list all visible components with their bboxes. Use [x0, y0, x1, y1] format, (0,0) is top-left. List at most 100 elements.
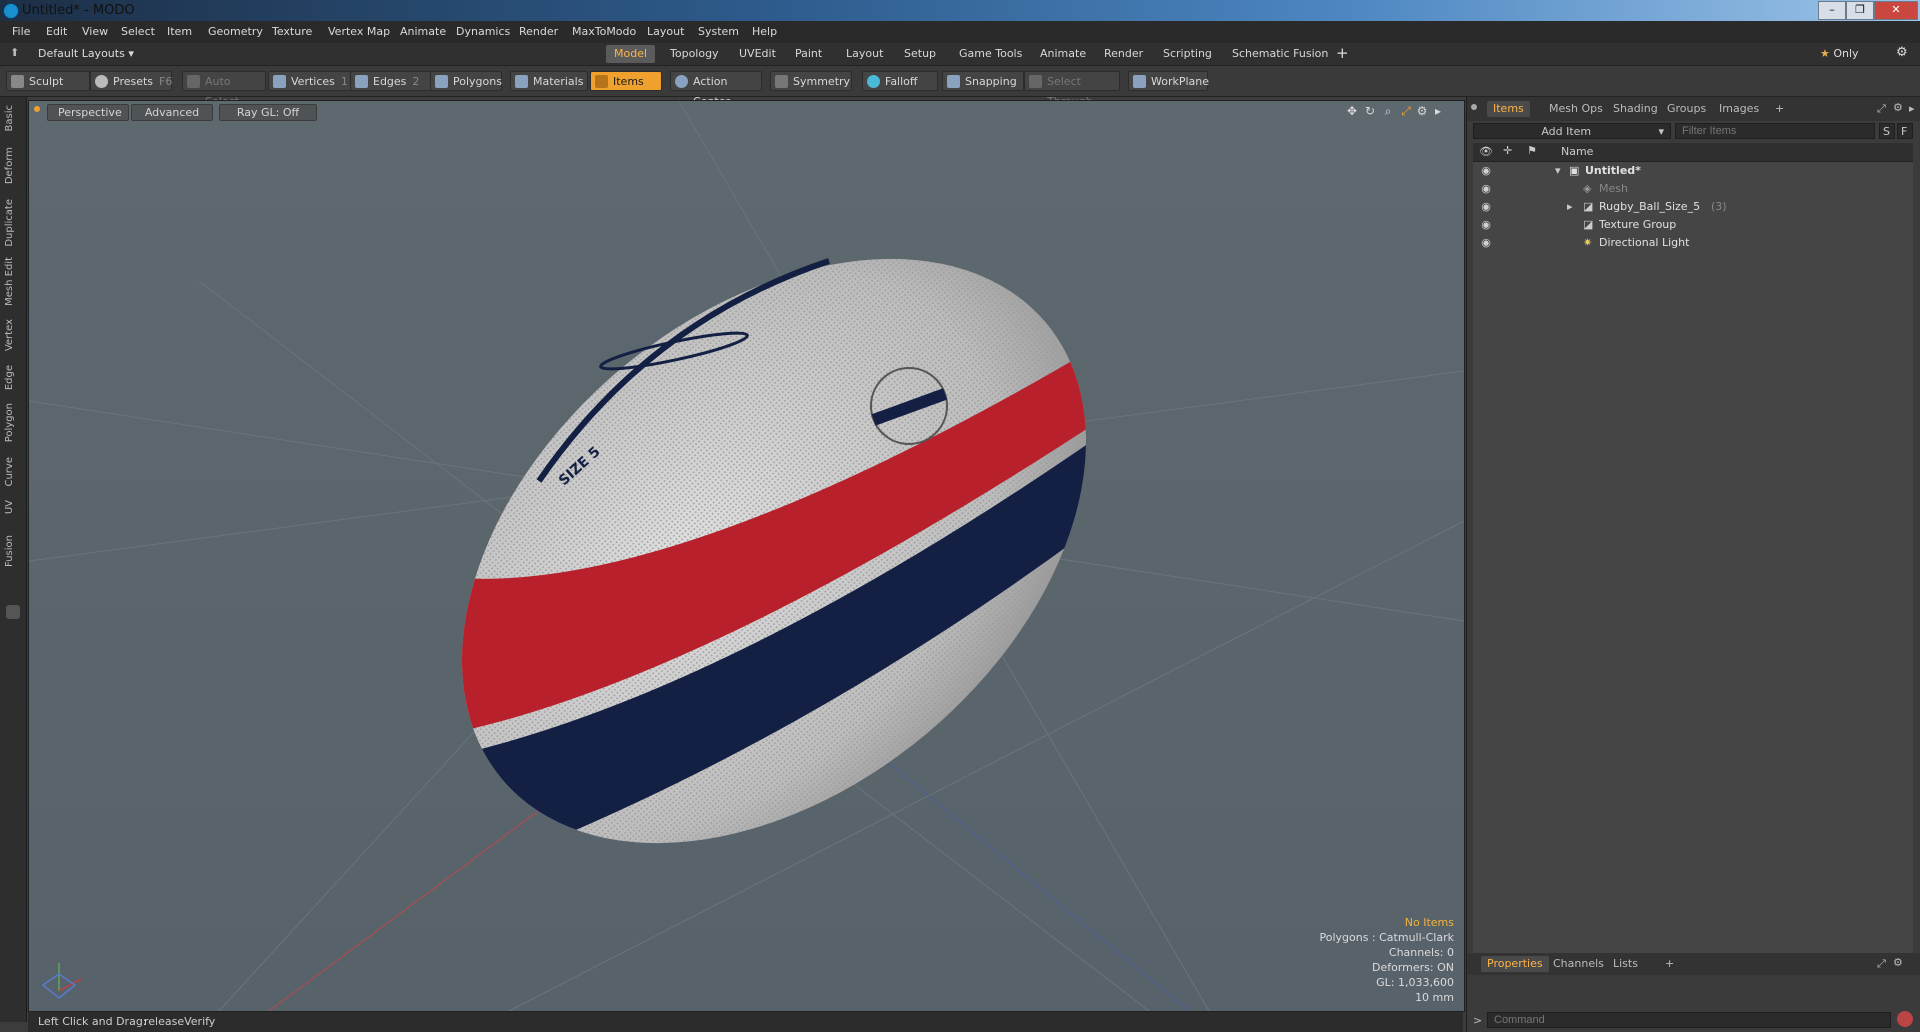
expand-arrow-icon[interactable]: ▾ — [1555, 162, 1561, 180]
symmetry-button[interactable]: Symmetry — [770, 71, 852, 91]
tab-layout[interactable]: Layout — [838, 45, 891, 63]
tree-row-untitled[interactable]: ◉ ▾ ▣ Untitled* — [1473, 162, 1903, 180]
tab-shading[interactable]: Shading — [1607, 101, 1664, 117]
menu-render[interactable]: Render — [519, 25, 558, 38]
menu-texture[interactable]: Texture — [272, 25, 312, 38]
tree-row-mesh[interactable]: ◉ ◈ Mesh — [1473, 180, 1903, 198]
name-column-header[interactable]: Name — [1561, 145, 1593, 158]
vtab-polygon[interactable]: Polygon — [4, 403, 15, 442]
visibility-eye-icon[interactable]: ◉ — [1479, 236, 1493, 250]
properties-expand-icon[interactable]: ⤢ — [1877, 957, 1886, 971]
menu-edit[interactable]: Edit — [46, 25, 67, 38]
pan-icon[interactable]: ✥ — [1345, 104, 1359, 118]
collapse-arrow-icon[interactable]: ▸ — [1567, 198, 1573, 216]
tab-mesh-ops[interactable]: Mesh Ops — [1543, 101, 1609, 117]
s-button[interactable]: S — [1879, 123, 1895, 139]
polygons-button[interactable]: Polygons — [430, 71, 502, 91]
perspective-button[interactable]: Perspective — [47, 104, 129, 121]
add-item-dropdown[interactable]: Add Item ▾ — [1473, 123, 1671, 139]
items-button[interactable]: Items — [590, 71, 662, 91]
layouts-dropdown[interactable]: Default Layouts ▾ — [38, 47, 134, 60]
menu-system[interactable]: System — [698, 25, 739, 38]
tab-render[interactable]: Render — [1096, 45, 1151, 63]
visibility-eye-icon[interactable]: ◉ — [1479, 200, 1493, 214]
menu-dynamics[interactable]: Dynamics — [456, 25, 510, 38]
add-properties-tab-icon[interactable]: + — [1665, 957, 1674, 970]
zoom-icon[interactable]: ⌕ — [1381, 104, 1395, 118]
tab-model[interactable]: Model — [606, 45, 656, 63]
panel-gear-icon[interactable]: ⚙ — [1893, 101, 1903, 114]
snapping-button[interactable]: Snapping — [942, 71, 1024, 91]
menu-item[interactable]: Item — [167, 25, 192, 38]
menu-vertex-map[interactable]: Vertex Map — [328, 25, 390, 38]
tab-topology[interactable]: Topology — [662, 45, 727, 63]
falloff-button[interactable]: Falloff — [862, 71, 938, 91]
tree-row-texture-group[interactable]: ◉ ◪ Texture Group — [1473, 216, 1903, 234]
tab-images[interactable]: Images — [1713, 101, 1765, 117]
pin-icon[interactable]: ⬆ — [10, 46, 19, 59]
maximize-button[interactable]: ❐ — [1846, 1, 1874, 20]
tab-game-tools[interactable]: Game Tools — [951, 45, 1030, 63]
only-toggle[interactable]: ★ Only — [1820, 47, 1859, 60]
tab-channels[interactable]: Channels — [1547, 956, 1610, 972]
edges-button[interactable]: Edges 2 — [350, 71, 432, 91]
vtab-duplicate[interactable]: Duplicate — [4, 199, 15, 247]
tree-row-directional-light[interactable]: ◉ ✷ Directional Light — [1473, 234, 1903, 252]
advanced-button[interactable]: Advanced — [131, 104, 213, 121]
tab-groups[interactable]: Groups — [1661, 101, 1712, 117]
materials-button[interactable]: Materials — [510, 71, 588, 91]
tab-properties[interactable]: Properties — [1481, 956, 1549, 972]
sculpt-button[interactable]: Sculpt — [6, 71, 90, 91]
menu-layout[interactable]: Layout — [647, 25, 684, 38]
menu-help[interactable]: Help — [752, 25, 777, 38]
viewport-settings-icon[interactable]: ⚙ — [1415, 104, 1429, 118]
maximize-viewport-icon[interactable]: ⤢ — [1399, 104, 1413, 118]
vtab-deform[interactable]: Deform — [4, 147, 15, 184]
tab-animate[interactable]: Animate — [1032, 45, 1094, 63]
tab-items[interactable]: Items — [1487, 101, 1530, 117]
menu-geometry[interactable]: Geometry — [208, 25, 263, 38]
menu-view[interactable]: View — [82, 25, 108, 38]
menu-animate[interactable]: Animate — [400, 25, 446, 38]
tab-paint[interactable]: Paint — [787, 45, 830, 63]
tree-row-rugby-ball[interactable]: ◉ ▸ ◪ Rugby_Ball_Size_5 (3) — [1473, 198, 1903, 216]
vtab-uv[interactable]: UV — [4, 500, 15, 514]
add-panel-tab-icon[interactable]: + — [1775, 102, 1784, 115]
action-center-button[interactable]: Action Center — [670, 71, 762, 108]
menu-file[interactable]: File — [12, 25, 30, 38]
visibility-eye-icon[interactable]: ◉ — [1479, 164, 1493, 178]
menu-maxtomodo[interactable]: MaxToModo — [572, 25, 636, 38]
vertices-button[interactable]: Vertices 1 — [268, 71, 352, 91]
vtab-edge[interactable]: Edge — [4, 365, 15, 390]
vtab-basic[interactable]: Basic — [4, 105, 15, 131]
tab-lists[interactable]: Lists — [1607, 956, 1644, 972]
raygl-button[interactable]: Ray GL: Off — [219, 104, 317, 121]
command-stop-icon[interactable] — [1897, 1011, 1913, 1027]
expand-panel-icon[interactable]: ⤢ — [1877, 102, 1886, 116]
rotate-icon[interactable]: ↻ — [1363, 104, 1377, 118]
close-button[interactable]: ✕ — [1874, 1, 1918, 20]
select-through-button[interactable]: Select Through — [1024, 71, 1120, 108]
gear-icon[interactable]: ⚙ — [1896, 45, 1908, 60]
vtab-vertex[interactable]: Vertex — [4, 319, 15, 351]
add-tab-icon[interactable]: + — [1336, 44, 1349, 62]
tab-schematic-fusion[interactable]: Schematic Fusion — [1224, 45, 1336, 63]
auto-select-button[interactable]: Auto Select — [182, 71, 266, 108]
tool-palette-toggle[interactable] — [6, 605, 20, 619]
visibility-eye-icon[interactable]: ◉ — [1479, 182, 1493, 196]
vtab-fusion[interactable]: Fusion — [4, 535, 15, 567]
f-button[interactable]: F — [1897, 123, 1913, 139]
presets-button[interactable]: Presets F6 — [90, 71, 172, 91]
workplane-button[interactable]: WorkPlane — [1128, 71, 1209, 91]
properties-gear-icon[interactable]: ⚙ — [1893, 956, 1903, 969]
vtab-mesh-edit[interactable]: Mesh Edit — [4, 257, 15, 306]
viewport-menu-icon[interactable]: ▸ — [1431, 104, 1445, 118]
menu-select[interactable]: Select — [121, 25, 155, 38]
panel-menu-icon[interactable]: ▸ — [1909, 102, 1915, 115]
3d-viewport[interactable]: SIZE 5 Perspective Advanced Ray GL: Off … — [28, 100, 1465, 1012]
command-input[interactable] — [1487, 1012, 1891, 1028]
visibility-eye-icon[interactable]: ◉ — [1479, 218, 1493, 232]
tab-setup[interactable]: Setup — [896, 45, 944, 63]
filter-items-input[interactable] — [1675, 123, 1875, 139]
tab-uvedit[interactable]: UVEdit — [731, 45, 784, 63]
